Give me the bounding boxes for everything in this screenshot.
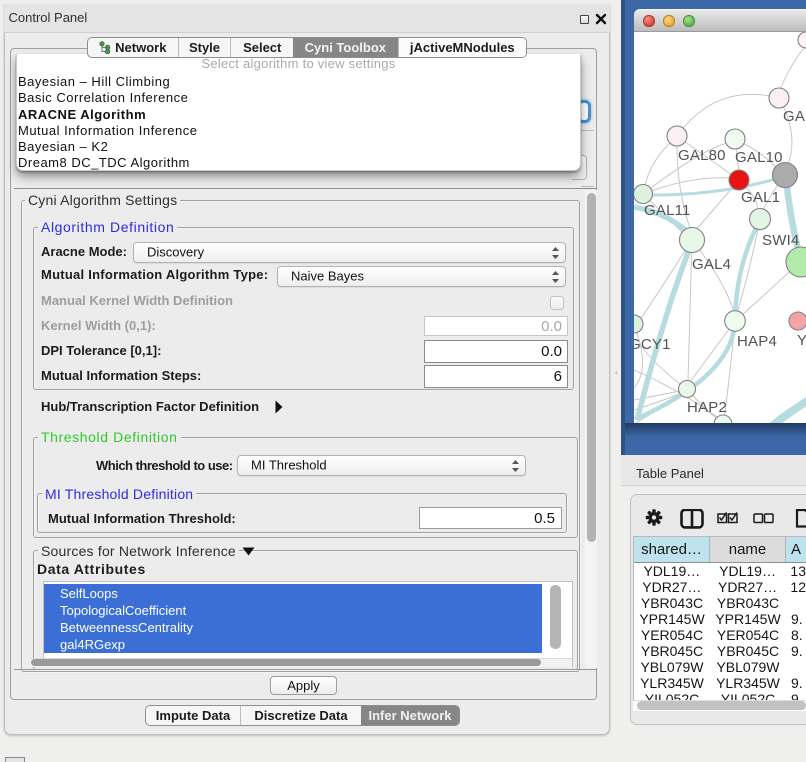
svg-text:HAP2: HAP2 [687,399,727,416]
svg-text:GAL: GAL [783,108,806,125]
svg-text:GAL11: GAL11 [644,202,691,219]
svg-text:GCY1: GCY1 [634,336,671,353]
svg-text:GAL1: GAL1 [741,189,780,206]
svg-text:GAL4: GAL4 [692,256,731,273]
svg-text:GAL80: GAL80 [678,147,726,164]
svg-text:Y: Y [797,332,806,349]
svg-text:HAP4: HAP4 [737,333,777,350]
svg-text:SWI4: SWI4 [762,232,799,249]
svg-text:GAL10: GAL10 [735,149,783,166]
